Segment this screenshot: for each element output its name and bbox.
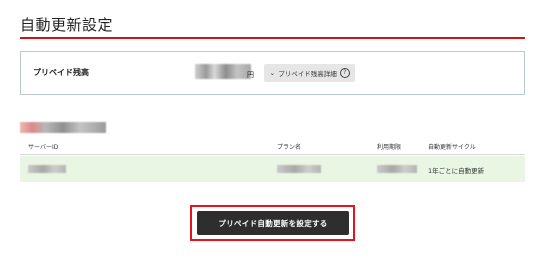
table-header: サーバーID プラン名 利用期限 自動更新サイクル	[20, 137, 525, 155]
table-row: 1年ごとに自動更新	[20, 156, 525, 182]
plan-name-redacted	[277, 165, 321, 173]
balance-label: プリペイド残高	[33, 68, 89, 77]
page-title: 自動更新設定	[20, 16, 114, 34]
balance-panel: プリペイド残高 円 ⌄ プリペイド残高詳細 ?	[20, 51, 525, 95]
column-expiry: 利用期限	[377, 144, 402, 151]
auto-renew-cycle-value: 1年ごとに自動更新	[428, 167, 485, 175]
balance-currency: 円	[247, 71, 254, 79]
balance-detail-button[interactable]: ⌄ プリペイド残高詳細 ?	[264, 64, 355, 82]
title-divider	[20, 37, 525, 39]
chevron-down-icon: ⌄	[269, 69, 276, 77]
balance-detail-label: プリペイド残高詳細	[278, 70, 337, 78]
server-heading-redacted	[20, 122, 106, 133]
question-circle-icon[interactable]: ?	[339, 68, 350, 78]
set-auto-renew-button[interactable]: プリペイド自動更新を設定する	[197, 211, 349, 235]
column-plan-name: プラン名	[277, 144, 302, 151]
server-id-redacted	[28, 165, 66, 173]
column-auto-renew-cycle: 自動更新サイクル	[428, 144, 476, 151]
balance-value-redacted	[195, 64, 251, 79]
expiry-redacted	[377, 165, 417, 173]
column-server-id: サーバーID	[28, 144, 59, 151]
